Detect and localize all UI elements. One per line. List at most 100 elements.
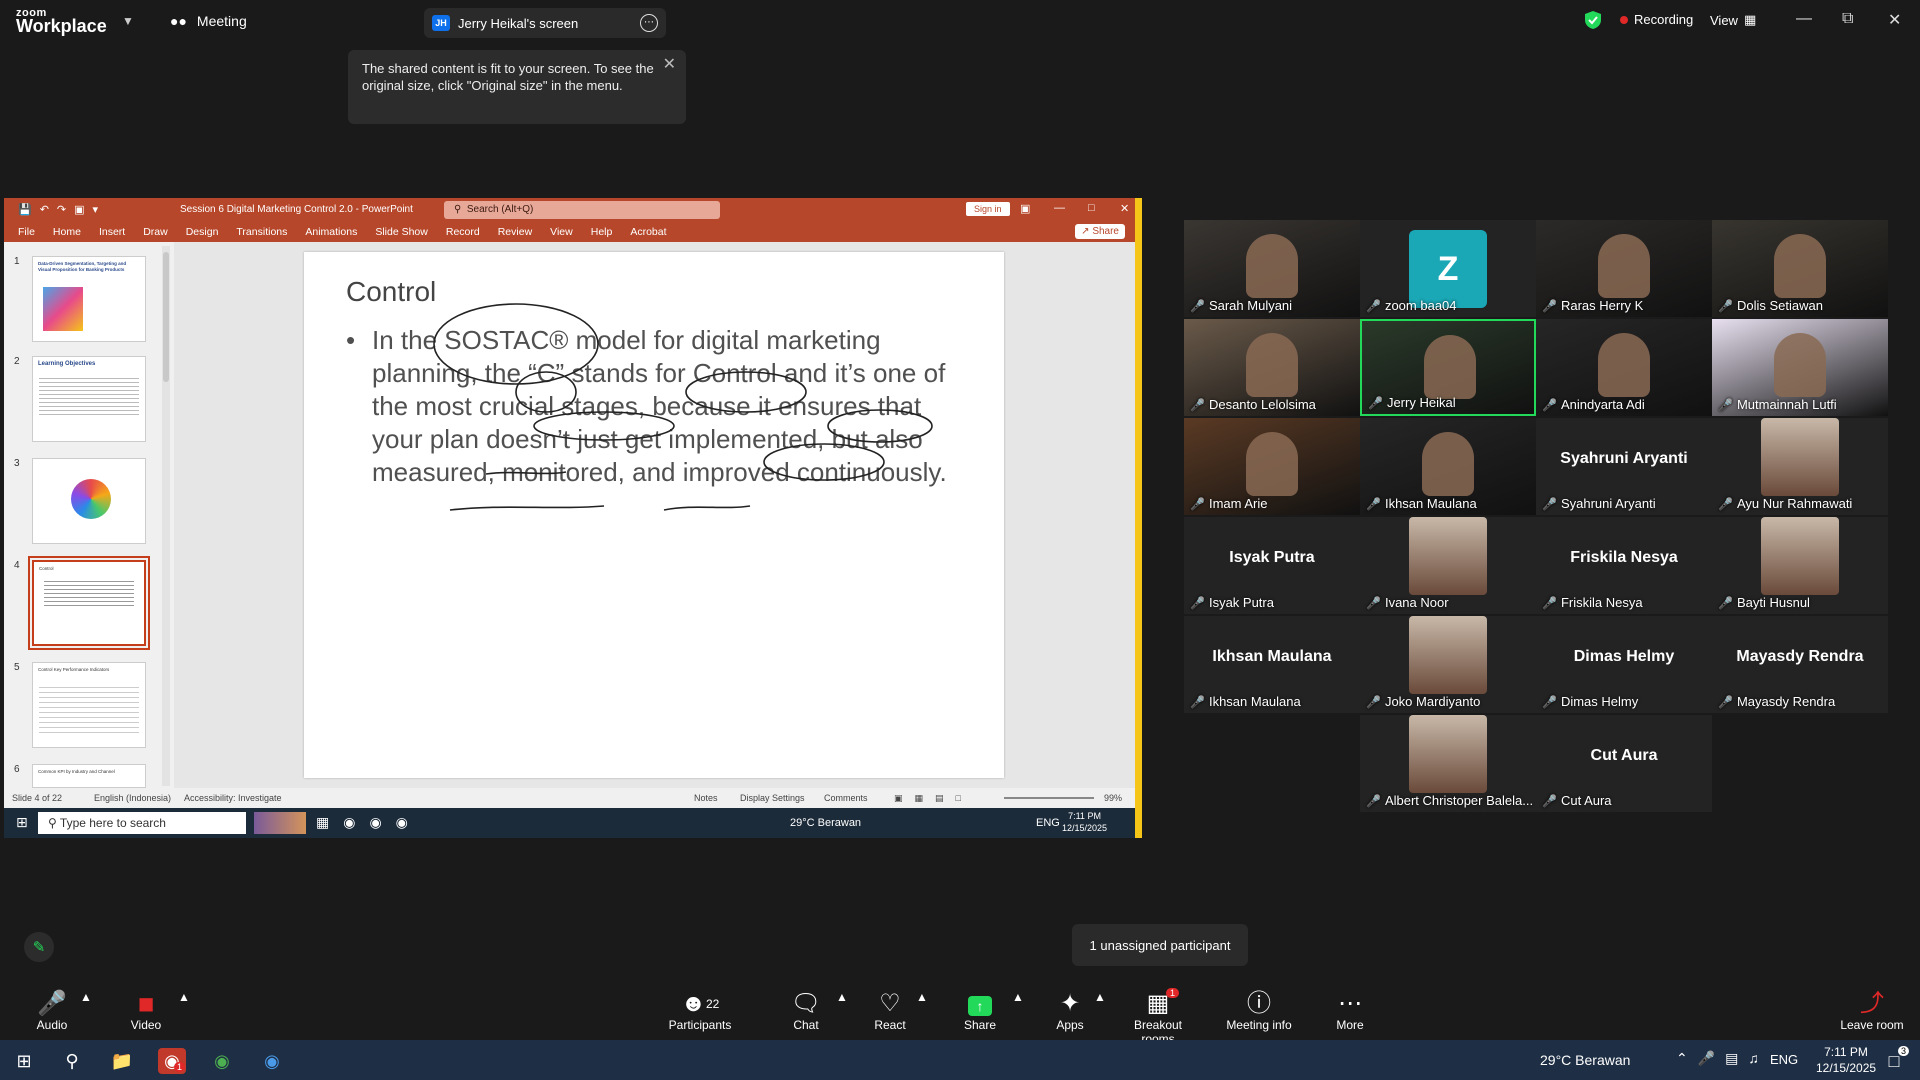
video-options-caret-icon[interactable]: ▲	[178, 990, 190, 1004]
participant-tile[interactable]: 🎤 Ayu Nur Rahmawati	[1712, 418, 1888, 515]
taskbar-weather[interactable]: 29°C Berawan	[1540, 1052, 1630, 1068]
share-button[interactable]: ↑ Share	[958, 990, 1002, 1032]
notes-button[interactable]: Notes	[694, 793, 718, 803]
ppt-restore-icon[interactable]: □	[1088, 202, 1095, 214]
accessibility-status[interactable]: Accessibility: Investigate	[184, 793, 282, 803]
participant-tile[interactable]: 🎤 Imam Arie	[1184, 418, 1360, 515]
display-settings-button[interactable]: Display Settings	[740, 793, 805, 803]
slide-thumbnail[interactable]: Common KPI by Industry and Channel	[32, 764, 146, 788]
more-button[interactable]: ⋯ More	[1328, 990, 1372, 1032]
ribbon-tab-help[interactable]: Help	[591, 226, 613, 238]
minimize-icon[interactable]: —	[1796, 10, 1812, 28]
more-options-icon[interactable]: ⋯	[640, 14, 658, 32]
shared-clock[interactable]: 7:11 PM 12/15/2025	[1062, 810, 1107, 834]
ribbon-tab-review[interactable]: Review	[498, 226, 532, 238]
participant-tile[interactable]: 🎤 Anindyarta Adi	[1536, 319, 1712, 416]
thumbnail-scrollbar[interactable]	[162, 246, 170, 786]
ribbon-tab-record[interactable]: Record	[446, 226, 480, 238]
participant-tile[interactable]: Syahruni Aryanti 🎤 Syahruni Aryanti	[1536, 418, 1712, 515]
search-icon[interactable]: ⚲	[58, 1048, 86, 1074]
ribbon-tab-draw[interactable]: Draw	[143, 226, 168, 238]
participant-tile[interactable]: Z 🎤 zoom baa04	[1360, 220, 1536, 317]
ribbon-tab-transitions[interactable]: Transitions	[236, 226, 287, 238]
view-button[interactable]: View ▦	[1710, 12, 1756, 28]
participant-tile[interactable]: 🎤 Jerry Heikal	[1360, 319, 1536, 416]
participants-button[interactable]: ☻22 Participants	[660, 990, 740, 1032]
annotate-pencil-icon[interactable]: ✎	[24, 932, 54, 962]
participant-tile[interactable]: Friskila Nesya 🎤 Friskila Nesya	[1536, 517, 1712, 614]
participant-tile[interactable]: Mayasdy Rendra 🎤 Mayasdy Rendra	[1712, 616, 1888, 713]
share-options-caret-icon[interactable]: ▲	[1012, 990, 1024, 1004]
participant-tile[interactable]: 🎤 Bayti Husnul	[1712, 517, 1888, 614]
shared-lang[interactable]: ENG	[1036, 817, 1060, 829]
ppt-search-box[interactable]: ⚲ Search (Alt+Q)	[444, 201, 720, 219]
apps-options-caret-icon[interactable]: ▲	[1094, 990, 1106, 1004]
restore-icon[interactable]: ⧉	[1842, 10, 1853, 28]
system-tray-icons[interactable]: ⌃🎤▤♫	[1676, 1050, 1769, 1067]
react-options-caret-icon[interactable]: ▲	[916, 990, 928, 1004]
windows-start-icon[interactable]: ⊞	[10, 1048, 38, 1074]
participant-tile[interactable]: Ikhsan Maulana 🎤 Ikhsan Maulana	[1184, 616, 1360, 713]
slide-thumbnail-selected[interactable]: Control	[28, 556, 150, 650]
ppt-share-button[interactable]: ↗ Share	[1075, 224, 1125, 239]
ribbon-tab-home[interactable]: Home	[53, 226, 81, 238]
zoom-level[interactable]: 99%	[1104, 793, 1122, 803]
ppt-close-icon[interactable]: ✕	[1120, 202, 1129, 215]
shared-taskbar-search[interactable]: ⚲ Type here to search	[38, 812, 246, 834]
apps-button[interactable]: ✦ Apps	[1048, 990, 1092, 1032]
shared-taskbar-widget[interactable]	[254, 812, 306, 834]
ribbon-tab-insert[interactable]: Insert	[99, 226, 125, 238]
participant-tile[interactable]: 🎤 Sarah Mulyani	[1184, 220, 1360, 317]
participant-tile[interactable]: Dimas Helmy 🎤 Dimas Helmy	[1536, 616, 1712, 713]
shared-weather[interactable]: 29°C Berawan	[790, 817, 861, 829]
slide-thumbnail[interactable]: Learning Objectives	[32, 356, 146, 442]
participant-tile[interactable]: Cut Aura 🎤 Cut Aura	[1536, 715, 1712, 812]
shared-screen[interactable]: 💾↶↷▣▾ Session 6 Digital Marketing Contro…	[4, 198, 1142, 838]
video-button[interactable]: ◾ Video	[124, 990, 168, 1032]
language-indicator[interactable]: English (Indonesia)	[94, 793, 171, 803]
scrollbar-thumb[interactable]	[163, 252, 169, 382]
leave-room-button[interactable]: ⤴ Leave room	[1836, 990, 1908, 1032]
slide-thumbnail[interactable]: Data-Driven Segmentation, Targeting and …	[32, 256, 146, 342]
chevron-down-icon[interactable]: ▼	[122, 14, 134, 28]
taskbar-lang[interactable]: ENG	[1770, 1052, 1798, 1067]
participant-tile[interactable]: 🎤 Ikhsan Maulana	[1360, 418, 1536, 515]
ribbon-tab-animations[interactable]: Animations	[305, 226, 357, 238]
chat-button[interactable]: 🗨 Chat	[784, 990, 828, 1032]
chrome-icon[interactable]: ◉	[208, 1048, 236, 1074]
slide-thumbnail[interactable]	[32, 458, 146, 544]
comments-button[interactable]: Comments	[824, 793, 868, 803]
meeting-tab[interactable]: ●● Meeting	[170, 13, 247, 29]
current-slide[interactable]: Control • In the SOSTAC® model for digit…	[304, 252, 1004, 778]
participant-tile[interactable]: 🎤 Joko Mardiyanto	[1360, 616, 1536, 713]
participant-tile[interactable]: 🎤 Dolis Setiawan	[1712, 220, 1888, 317]
slide-thumbnail[interactable]: Control Key Performance Indicators	[32, 662, 146, 748]
audio-options-caret-icon[interactable]: ▲	[80, 990, 92, 1004]
file-explorer-icon[interactable]: 📁	[108, 1048, 136, 1074]
taskbar-clock[interactable]: 7:11 PM 12/15/2025	[1816, 1044, 1876, 1076]
recording-indicator[interactable]: Recording	[1620, 12, 1693, 27]
windows-start-icon[interactable]: ⊞	[16, 814, 28, 831]
ribbon-tab-design[interactable]: Design	[186, 226, 219, 238]
encryption-shield-icon[interactable]	[1584, 10, 1602, 30]
ppt-minimize-icon[interactable]: —	[1054, 202, 1065, 214]
zoom-slider[interactable]	[1004, 797, 1094, 799]
view-modes-icon[interactable]: ▣▦▤□	[894, 793, 973, 804]
participant-tile[interactable]: 🎤 Ivana Noor	[1360, 517, 1536, 614]
shared-taskbar-apps-icon[interactable]: ▦◉◉◉	[316, 814, 422, 831]
ribbon-tab-slideshow[interactable]: Slide Show	[375, 226, 428, 238]
participant-tile[interactable]: 🎤 Desanto Lelolsima	[1184, 319, 1360, 416]
ribbon-tab-file[interactable]: File	[18, 226, 35, 238]
ribbon-display-icon[interactable]: ▣	[1020, 202, 1030, 215]
participant-tile[interactable]: 🎤 Mutmainnah Lutfi	[1712, 319, 1888, 416]
tooltip-close-icon[interactable]: ✕	[663, 56, 676, 73]
app-icon[interactable]: ◉	[258, 1048, 286, 1074]
participant-tile[interactable]: Isyak Putra 🎤 Isyak Putra	[1184, 517, 1360, 614]
close-icon[interactable]: ✕	[1888, 10, 1901, 30]
react-button[interactable]: ♡ React	[868, 990, 912, 1032]
participant-tile[interactable]: 🎤 Raras Herry K	[1536, 220, 1712, 317]
ribbon-tab-acrobat[interactable]: Acrobat	[630, 226, 666, 238]
ribbon-tab-view[interactable]: View	[550, 226, 573, 238]
meeting-info-button[interactable]: ⓘ Meeting info	[1222, 990, 1296, 1032]
shared-screen-tab[interactable]: JH Jerry Heikal's screen ⋯	[424, 8, 666, 38]
